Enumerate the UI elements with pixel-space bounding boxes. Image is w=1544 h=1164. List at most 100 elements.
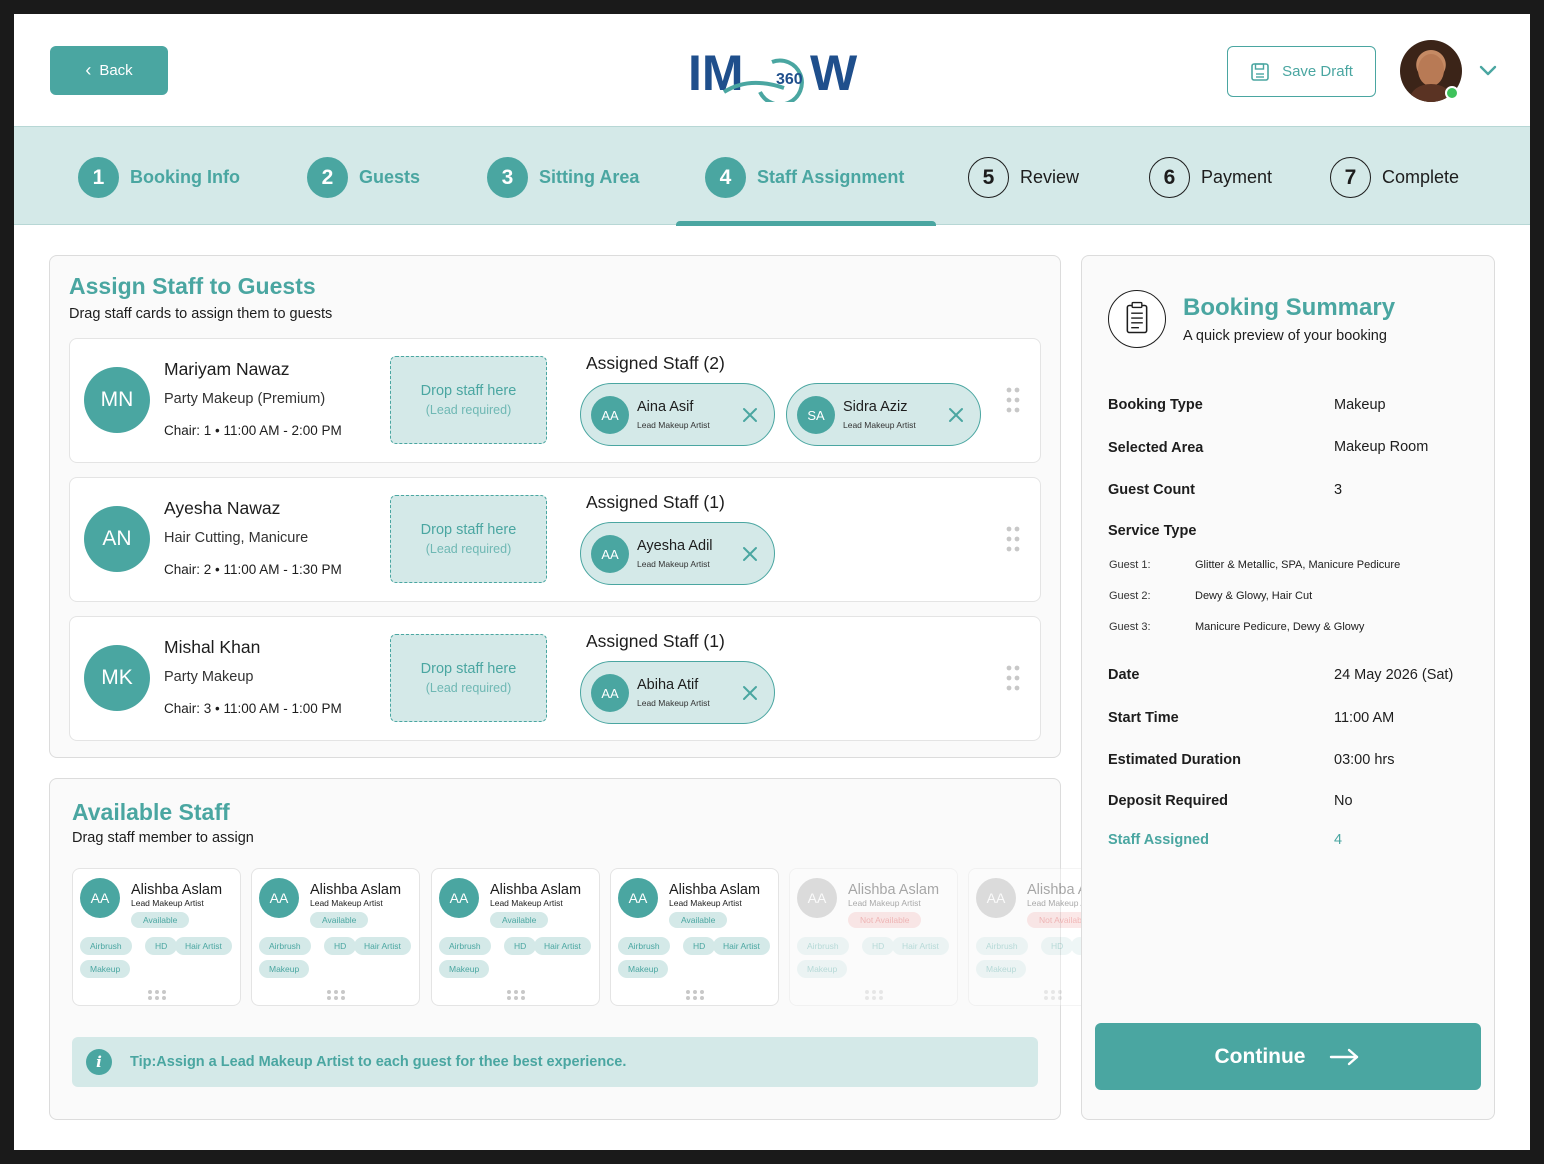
staff-assigned-value: 4 bbox=[1334, 832, 1343, 848]
staff-role: Lead Makeup Artist bbox=[669, 898, 742, 908]
logo-badge: 360 bbox=[776, 71, 803, 88]
guest-service: Party Makeup bbox=[164, 669, 254, 685]
skill-tag: Makeup bbox=[259, 960, 310, 978]
close-icon[interactable] bbox=[947, 406, 965, 424]
step-booking-info[interactable]: 1 Booking Info bbox=[78, 157, 240, 198]
staff-drop-zone[interactable]: Drop staff here (Lead required) bbox=[390, 634, 547, 722]
staff-name: Ayesha Adil bbox=[637, 538, 713, 554]
selected-area-value: Makeup Room bbox=[1334, 439, 1429, 455]
drag-handle-icon[interactable] bbox=[685, 989, 705, 1001]
drag-handle-icon[interactable] bbox=[147, 989, 167, 1001]
guest-name: Mishal Khan bbox=[164, 637, 261, 657]
chevron-left-icon: ‹ bbox=[85, 59, 92, 80]
assigned-staff-chip[interactable]: AA Abiha Atif Lead Makeup Artist bbox=[580, 661, 775, 724]
assigned-staff-chip[interactable]: AA Aina Asif Lead Makeup Artist bbox=[580, 383, 775, 446]
logo-text-w: W bbox=[810, 45, 858, 101]
close-icon[interactable] bbox=[741, 545, 759, 563]
staff-role: Lead Makeup Artist bbox=[637, 420, 710, 430]
assigned-staff-chip[interactable]: AA Ayesha Adil Lead Makeup Artist bbox=[580, 522, 775, 585]
duration-value: 03:00 hrs bbox=[1334, 752, 1395, 768]
staff-card[interactable]: AA Alishba Aslam Lead Makeup Artist Availab… bbox=[251, 868, 420, 1006]
skill-tag: Airbrush bbox=[976, 937, 1028, 955]
close-icon[interactable] bbox=[741, 406, 759, 424]
drag-handle-icon[interactable] bbox=[326, 989, 346, 1001]
booking-type-value: Makeup bbox=[1334, 397, 1386, 413]
skill-tag: HD bbox=[145, 937, 178, 955]
staff-drop-zone[interactable]: Drop staff here (Lead required) bbox=[390, 495, 547, 583]
panel-title: Available Staff bbox=[72, 799, 230, 825]
skill-tag: Makeup bbox=[618, 960, 669, 978]
staff-avatar: AA bbox=[591, 396, 629, 434]
staff-card[interactable]: AA Alishba Aslam Lead Makeup Artist Availab… bbox=[610, 868, 779, 1006]
step-complete[interactable]: 7 Complete bbox=[1330, 157, 1459, 198]
skill-tag: Airbrush bbox=[797, 937, 849, 955]
tip-banner: i Tip:Assign a Lead Makeup Artist to eac… bbox=[72, 1037, 1038, 1087]
assigned-staff-chip[interactable]: SA Sidra Aziz Lead Makeup Artist bbox=[786, 383, 981, 446]
drag-handle-icon[interactable] bbox=[864, 989, 884, 1001]
guest-name: Mariyam Nawaz bbox=[164, 359, 290, 379]
guest-count-label: Guest Count bbox=[1108, 482, 1195, 498]
skill-tag: Airbrush bbox=[439, 937, 491, 955]
drop-hint: (Lead required) bbox=[425, 542, 512, 556]
staff-role: Lead Makeup Artist bbox=[310, 898, 383, 908]
guest-service: Party Makeup (Premium) bbox=[164, 391, 326, 407]
staff-avatar: AA bbox=[259, 878, 299, 918]
guest-avatar: AN bbox=[84, 506, 150, 572]
staff-avatar: AA bbox=[439, 878, 479, 918]
skill-tag: HD bbox=[504, 937, 537, 955]
skill-tag: HD bbox=[862, 937, 895, 955]
step-label: Review bbox=[1020, 167, 1080, 187]
guest-count-value: 3 bbox=[1334, 482, 1343, 498]
skill-tag: HD bbox=[324, 937, 357, 955]
staff-name: Alishba Aslam bbox=[310, 882, 402, 898]
drag-handle-icon[interactable] bbox=[506, 989, 526, 1001]
deposit-value: No bbox=[1334, 793, 1353, 809]
close-icon[interactable] bbox=[741, 684, 759, 702]
staff-name: Alishba Aslam bbox=[490, 882, 582, 898]
staff-role: Lead Makeup Artist bbox=[843, 420, 916, 430]
guest-service-label: Guest 2: bbox=[1109, 590, 1151, 602]
step-payment[interactable]: 6 Payment bbox=[1149, 157, 1272, 198]
skill-tag: Airbrush bbox=[259, 937, 311, 955]
duration-label: Estimated Duration bbox=[1108, 752, 1241, 768]
staff-card[interactable]: AA Alishba Aslam Lead Makeup Artist Availab… bbox=[72, 868, 241, 1006]
guest-service-label: Guest 3: bbox=[1109, 621, 1151, 633]
booking-type-label: Booking Type bbox=[1108, 397, 1203, 413]
save-draft-button[interactable]: Save Draft bbox=[1227, 46, 1376, 97]
drag-handle-icon[interactable] bbox=[1006, 387, 1020, 413]
chevron-down-icon[interactable] bbox=[1476, 58, 1500, 82]
staff-role: Lead Makeup Artist bbox=[637, 559, 710, 569]
step-staff-assignment[interactable]: 4 Staff Assignment bbox=[705, 157, 904, 198]
date-value: 24 May 2026 (Sat) bbox=[1334, 667, 1454, 683]
step-label: Booking Info bbox=[130, 167, 240, 187]
progress-stepper: 1 Booking Info 2 Guests 3 Sitting Area 4… bbox=[14, 126, 1530, 226]
drag-handle-icon[interactable] bbox=[1043, 989, 1063, 1001]
staff-card[interactable]: AA Alishba Aslam Lead Makeup Artist Not Ava… bbox=[789, 868, 958, 1006]
status-badge: Available bbox=[310, 912, 369, 928]
step-label: Sitting Area bbox=[539, 167, 640, 187]
save-draft-label: Save Draft bbox=[1282, 63, 1353, 80]
skill-tag: Hair Artist bbox=[175, 937, 232, 955]
step-sitting-area[interactable]: 3 Sitting Area bbox=[487, 157, 639, 198]
drop-label: Drop staff here bbox=[420, 522, 517, 538]
step-guests[interactable]: 2 Guests bbox=[307, 157, 420, 198]
drop-hint: (Lead required) bbox=[425, 681, 512, 695]
step-review[interactable]: 5 Review bbox=[968, 157, 1079, 198]
drag-handle-icon[interactable] bbox=[1006, 526, 1020, 552]
staff-card[interactable]: AA Alishba Aslam Lead Makeup Artist Availab… bbox=[431, 868, 600, 1006]
guest-service-label: Guest 1: bbox=[1109, 559, 1151, 571]
staff-name: Abiha Atif bbox=[637, 677, 699, 693]
staff-drop-zone[interactable]: Drop staff here (Lead required) bbox=[390, 356, 547, 444]
assigned-staff-title: Assigned Staff (2) bbox=[586, 353, 725, 373]
guest-chair-time: Chair: 2 • 11:00 AM - 1:30 PM bbox=[164, 562, 342, 577]
staff-avatar: AA bbox=[591, 674, 629, 712]
panel-title: Assign Staff to Guests bbox=[69, 273, 316, 299]
staff-name: Sidra Aziz bbox=[843, 399, 908, 415]
skill-tag: Makeup bbox=[80, 960, 131, 978]
skill-tag: Hair Artist bbox=[713, 937, 770, 955]
staff-assigned-label: Staff Assigned bbox=[1108, 832, 1209, 848]
floppy-disk-icon bbox=[1251, 62, 1269, 81]
continue-button[interactable]: Continue bbox=[1095, 1023, 1481, 1090]
back-button[interactable]: ‹ Back bbox=[50, 46, 168, 95]
drag-handle-icon[interactable] bbox=[1006, 665, 1020, 691]
